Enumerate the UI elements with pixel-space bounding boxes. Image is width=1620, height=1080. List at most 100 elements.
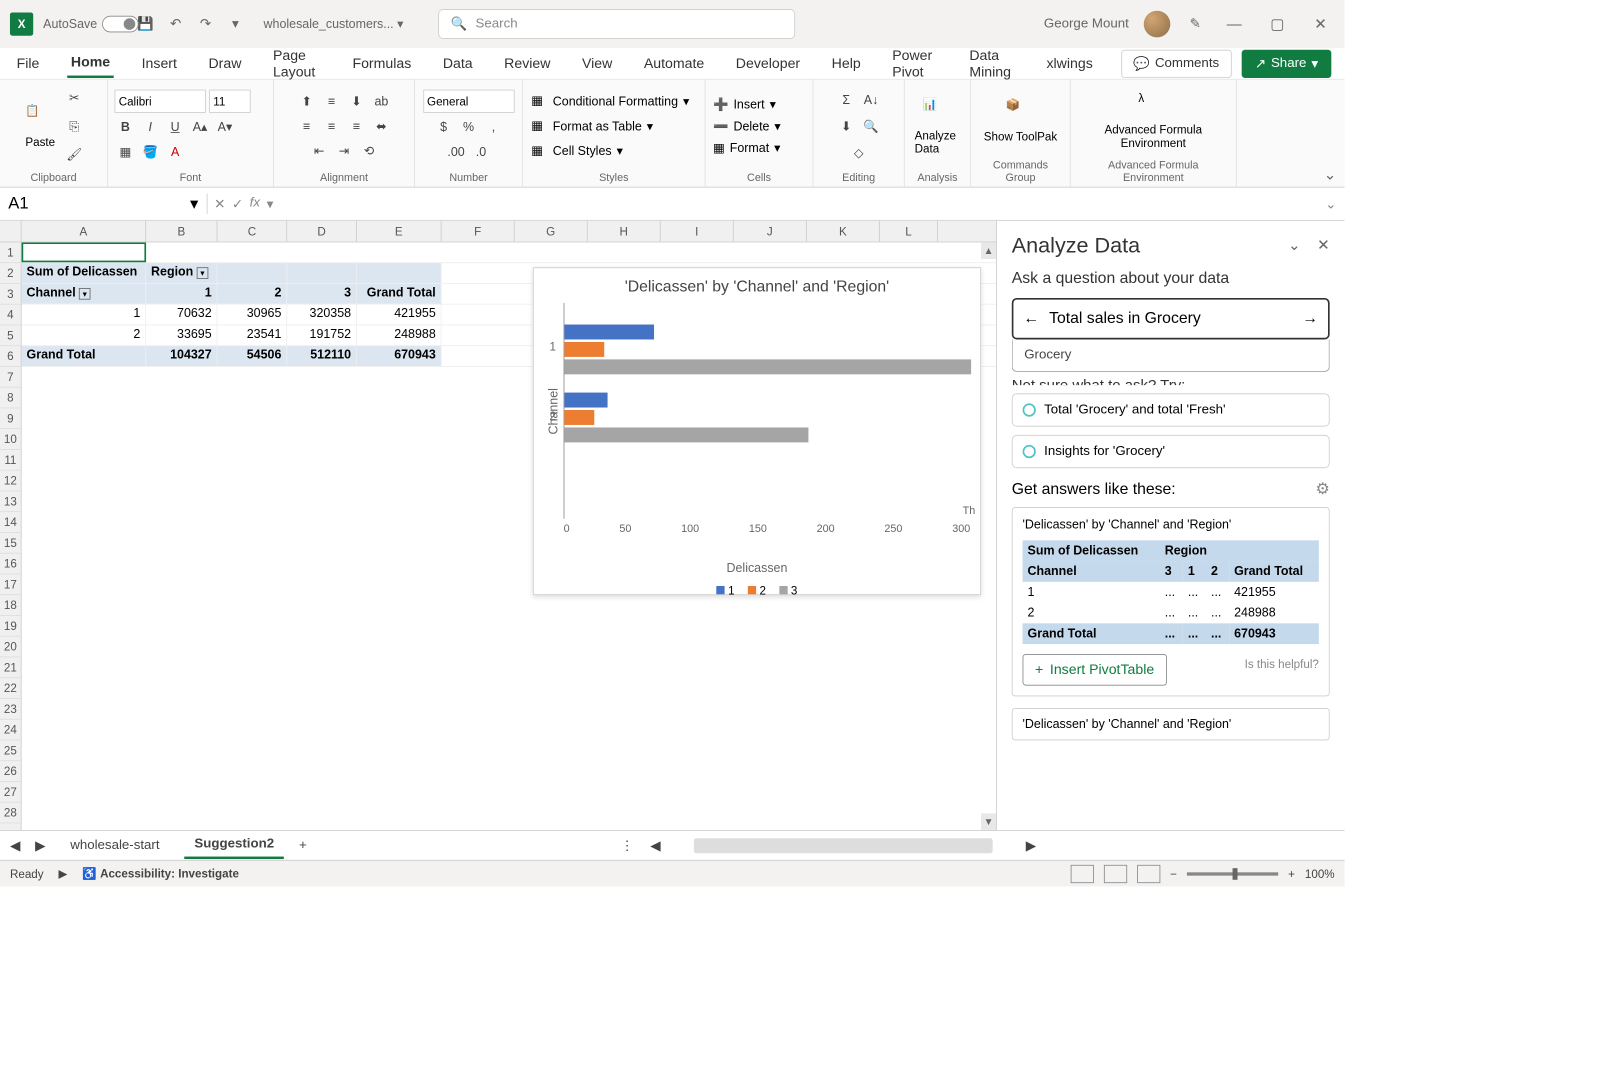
- zoom-in-icon[interactable]: +: [1288, 867, 1295, 880]
- scroll-down-icon[interactable]: ▼: [981, 813, 996, 830]
- font-color-icon[interactable]: A: [164, 141, 186, 163]
- colh-l[interactable]: L: [880, 221, 938, 242]
- fill-icon[interactable]: ⬇: [835, 115, 857, 137]
- minimize-button[interactable]: —: [1220, 10, 1248, 38]
- pivot-channel-label[interactable]: Channel▾: [22, 284, 147, 304]
- colh-g[interactable]: G: [515, 221, 588, 242]
- toggle-icon[interactable]: [102, 16, 139, 33]
- colh-d[interactable]: D: [287, 221, 357, 242]
- orientation-icon[interactable]: ⟲: [358, 140, 380, 162]
- comments-button[interactable]: 💬 Comments: [1121, 49, 1232, 77]
- currency-icon[interactable]: $: [433, 116, 455, 138]
- cell-styles-button[interactable]: ▦Cell Styles ▾: [530, 141, 625, 161]
- align-right-icon[interactable]: ≡: [346, 115, 368, 137]
- tab-insert[interactable]: Insert: [138, 50, 180, 77]
- tab-data[interactable]: Data: [439, 50, 475, 77]
- percent-icon[interactable]: %: [458, 116, 480, 138]
- name-box[interactable]: A1▾: [0, 193, 208, 214]
- align-top-icon[interactable]: ⬆: [296, 90, 318, 112]
- pen-icon[interactable]: ✎: [1185, 14, 1205, 34]
- macro-icon[interactable]: ▶: [58, 867, 67, 881]
- comma-icon[interactable]: ,: [483, 116, 505, 138]
- filename[interactable]: wholesale_customers... ▾: [264, 17, 404, 32]
- delete-cells-button[interactable]: ➖ Delete ▾: [712, 118, 781, 135]
- insert-cells-button[interactable]: ➕ Insert ▾: [712, 96, 777, 113]
- submit-icon[interactable]: →: [1302, 310, 1318, 328]
- format-as-table-button[interactable]: ▦Format as Table ▾: [530, 116, 655, 136]
- tab-home[interactable]: Home: [68, 49, 114, 78]
- pivot-sum-label[interactable]: Sum of Delicassen: [22, 263, 147, 283]
- collapse-ribbon-icon[interactable]: ⌄: [1324, 166, 1337, 183]
- indent-increase-icon[interactable]: ⇥: [333, 140, 355, 162]
- pivot-region-label[interactable]: Region▾: [146, 263, 217, 283]
- tab-file[interactable]: File: [13, 50, 42, 77]
- save-icon[interactable]: 💾: [136, 14, 156, 34]
- search-input[interactable]: 🔍 Search: [438, 9, 795, 39]
- zoom-slider[interactable]: [1187, 872, 1278, 875]
- colh-h[interactable]: H: [588, 221, 661, 242]
- hscroll-right-icon[interactable]: ▶: [1026, 837, 1036, 854]
- afe-button[interactable]: λAdvanced Formula Environment: [1077, 88, 1229, 153]
- merge-icon[interactable]: ⬌: [371, 115, 393, 137]
- autosave-toggle[interactable]: AutoSave Off: [43, 16, 126, 33]
- format-painter-icon[interactable]: 🖌: [63, 144, 85, 166]
- excel-app-icon[interactable]: X: [10, 12, 33, 35]
- undo-icon[interactable]: ↶: [166, 14, 186, 34]
- hscrollbar[interactable]: [694, 838, 993, 853]
- back-icon[interactable]: ←: [1023, 310, 1039, 328]
- tab-automate[interactable]: Automate: [641, 50, 708, 77]
- align-middle-icon[interactable]: ≡: [321, 90, 343, 112]
- wrap-text-icon[interactable]: ab: [371, 90, 393, 112]
- colh-k[interactable]: K: [807, 221, 880, 242]
- accessibility-status[interactable]: ♿ Accessibility: Investigate: [82, 867, 239, 881]
- copy-icon[interactable]: ⎘: [63, 115, 85, 137]
- page-layout-view-icon[interactable]: [1104, 864, 1127, 882]
- clear-icon[interactable]: ◇: [848, 142, 870, 164]
- colh-c[interactable]: C: [217, 221, 287, 242]
- chevron-down-icon[interactable]: ⌄: [1288, 237, 1301, 254]
- conditional-formatting-button[interactable]: ▦Conditional Formatting ▾: [530, 91, 691, 111]
- colh-b[interactable]: B: [146, 221, 217, 242]
- next-sheet-icon[interactable]: ▶: [35, 837, 45, 854]
- share-button[interactable]: ↗ Share ▾: [1242, 49, 1332, 77]
- gear-icon[interactable]: ⚙: [1316, 480, 1330, 499]
- sheet-tab-wholesale[interactable]: wholesale-start: [60, 833, 169, 858]
- bold-button[interactable]: B: [115, 116, 137, 138]
- tab-datamining[interactable]: Data Mining: [966, 42, 1018, 85]
- scroll-up-icon[interactable]: ▲: [981, 242, 996, 259]
- embedded-chart[interactable]: 'Delicassen' by 'Channel' and 'Region' C…: [533, 267, 981, 595]
- zoom-level[interactable]: 100%: [1305, 867, 1335, 880]
- cancel-icon[interactable]: ✕: [214, 195, 225, 212]
- paste-button[interactable]: 📋 Paste: [22, 100, 59, 151]
- indent-decrease-icon[interactable]: ⇤: [308, 140, 330, 162]
- tab-powerpivot[interactable]: Power Pivot: [889, 42, 941, 85]
- tab-pagelayout[interactable]: Page Layout: [270, 42, 325, 85]
- borders-icon[interactable]: ▦: [115, 141, 137, 163]
- normal-view-icon[interactable]: [1071, 864, 1094, 882]
- cut-icon[interactable]: ✂: [63, 87, 85, 109]
- tab-help[interactable]: Help: [828, 50, 864, 77]
- tab-review[interactable]: Review: [501, 50, 554, 77]
- increase-decimal-icon[interactable]: .00: [445, 141, 467, 163]
- colh-i[interactable]: I: [661, 221, 734, 242]
- autocomplete-item[interactable]: Grocery: [1012, 339, 1330, 371]
- fill-color-icon[interactable]: 🪣: [139, 141, 161, 163]
- fx-dropdown-icon[interactable]: ▾: [267, 195, 274, 212]
- font-grow-icon[interactable]: A▴: [189, 116, 211, 138]
- worksheet[interactable]: A B C D E F G H I J K L 1234567891011121…: [0, 221, 996, 830]
- colh-j[interactable]: J: [734, 221, 807, 242]
- find-icon[interactable]: 🔍: [860, 115, 882, 137]
- insert-pivottable-button[interactable]: + Insert PivotTable: [1023, 654, 1167, 686]
- zoom-out-icon[interactable]: −: [1170, 867, 1177, 880]
- sort-filter-icon[interactable]: A↓: [860, 89, 882, 111]
- filter-icon[interactable]: ▾: [197, 267, 209, 279]
- select-all-corner[interactable]: [0, 221, 22, 242]
- format-cells-button[interactable]: ▦ Format ▾: [712, 139, 781, 156]
- tab-formulas[interactable]: Formulas: [349, 50, 414, 77]
- colh-a[interactable]: A: [22, 221, 147, 242]
- tab-draw[interactable]: Draw: [205, 50, 245, 77]
- tab-options-icon[interactable]: ⋮: [620, 837, 633, 854]
- sheet-tab-suggestion2[interactable]: Suggestion2: [184, 832, 284, 859]
- redo-icon[interactable]: ↷: [195, 14, 215, 34]
- suggestion-1[interactable]: Total 'Grocery' and total 'Fresh': [1012, 393, 1330, 426]
